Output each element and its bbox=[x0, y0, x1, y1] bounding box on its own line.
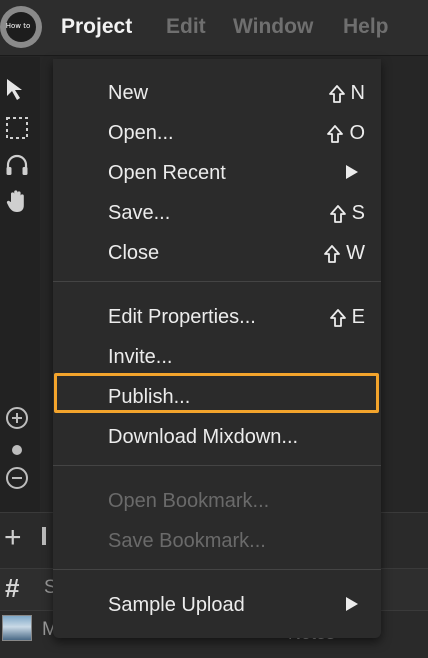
menu-project[interactable]: Project bbox=[61, 15, 132, 39]
shortcut-key: O bbox=[349, 122, 365, 144]
menu-separator bbox=[53, 569, 381, 570]
menu-item-new[interactable]: New N bbox=[53, 76, 381, 110]
menu-item-label: Invite... bbox=[108, 346, 173, 368]
pointer-arrow-icon[interactable] bbox=[4, 77, 30, 103]
menu-item-open-recent[interactable]: Open Recent bbox=[53, 156, 381, 190]
project-dropdown-menu: New N Open... O Open Recent Save... S Cl… bbox=[53, 59, 381, 638]
menu-item-label: Open... bbox=[108, 122, 174, 144]
hash-icon[interactable]: # bbox=[5, 573, 19, 604]
shortcut: O bbox=[326, 122, 365, 145]
menu-separator bbox=[53, 281, 381, 282]
marquee-select-icon[interactable] bbox=[4, 115, 30, 141]
menu-item-label: Open Bookmark... bbox=[108, 490, 270, 512]
track-bar-icon bbox=[42, 527, 46, 545]
shift-key-icon bbox=[324, 244, 341, 263]
shortcut-key: W bbox=[346, 242, 365, 264]
menu-item-invite[interactable]: Invite... bbox=[53, 340, 381, 374]
submenu-arrow-icon bbox=[346, 165, 358, 179]
menu-item-label: Close bbox=[108, 242, 160, 264]
menu-window[interactable]: Window bbox=[233, 15, 313, 39]
shortcut: E bbox=[329, 306, 365, 329]
menu-item-label: Open Recent bbox=[108, 162, 226, 184]
add-icon[interactable]: + bbox=[4, 521, 22, 555]
shortcut-key: S bbox=[351, 202, 365, 224]
app-logo[interactable]: How to bbox=[0, 6, 42, 48]
app-window: How to Project Edit Window Help + # S M … bbox=[0, 0, 428, 658]
menu-separator bbox=[53, 465, 381, 466]
shortcut-key: E bbox=[351, 306, 365, 328]
menu-item-label: Download Mixdown... bbox=[108, 426, 299, 448]
menu-item-close[interactable]: Close W bbox=[53, 236, 381, 270]
shift-key-icon bbox=[327, 124, 344, 143]
menu-item-label: New bbox=[108, 82, 149, 104]
shortcut: W bbox=[323, 242, 365, 265]
menu-item-save-bookmark: Save Bookmark... bbox=[53, 524, 381, 558]
menu-item-open[interactable]: Open... O bbox=[53, 116, 381, 150]
menubar: How to Project Edit Window Help bbox=[0, 0, 428, 56]
menu-item-label: Sample Upload bbox=[108, 594, 245, 616]
menu-item-edit-properties[interactable]: Edit Properties... E bbox=[53, 300, 381, 334]
menu-item-label: Save... bbox=[108, 202, 171, 224]
menu-item-label: Save Bookmark... bbox=[108, 530, 266, 552]
menu-edit[interactable]: Edit bbox=[166, 15, 206, 39]
menu-help[interactable]: Help bbox=[343, 15, 389, 39]
hand-icon[interactable] bbox=[4, 188, 30, 214]
shortcut: N bbox=[328, 82, 365, 105]
shortcut-key: N bbox=[350, 82, 365, 104]
zoom-in-icon[interactable] bbox=[4, 405, 30, 431]
menu-item-save[interactable]: Save... S bbox=[53, 196, 381, 230]
headphones-icon[interactable] bbox=[4, 152, 30, 178]
menu-item-label: Publish... bbox=[108, 386, 191, 408]
logo-text: How to bbox=[5, 22, 31, 30]
shift-key-icon bbox=[329, 308, 346, 327]
zoom-out-icon[interactable] bbox=[4, 465, 30, 491]
menu-item-download-mixdown[interactable]: Download Mixdown... bbox=[53, 420, 381, 454]
shortcut: S bbox=[329, 202, 365, 225]
media-thumbnail[interactable] bbox=[2, 615, 32, 641]
tool-column bbox=[0, 57, 40, 512]
menu-item-publish[interactable]: Publish... bbox=[53, 380, 381, 414]
zoom-dot-icon[interactable] bbox=[4, 437, 30, 463]
shift-key-icon bbox=[329, 204, 346, 223]
menu-item-sample-upload[interactable]: Sample Upload bbox=[53, 588, 381, 622]
submenu-arrow-icon bbox=[346, 597, 358, 611]
menu-item-label: Edit Properties... bbox=[108, 306, 256, 328]
shift-key-icon bbox=[328, 84, 345, 103]
menu-item-open-bookmark: Open Bookmark... bbox=[53, 484, 381, 518]
